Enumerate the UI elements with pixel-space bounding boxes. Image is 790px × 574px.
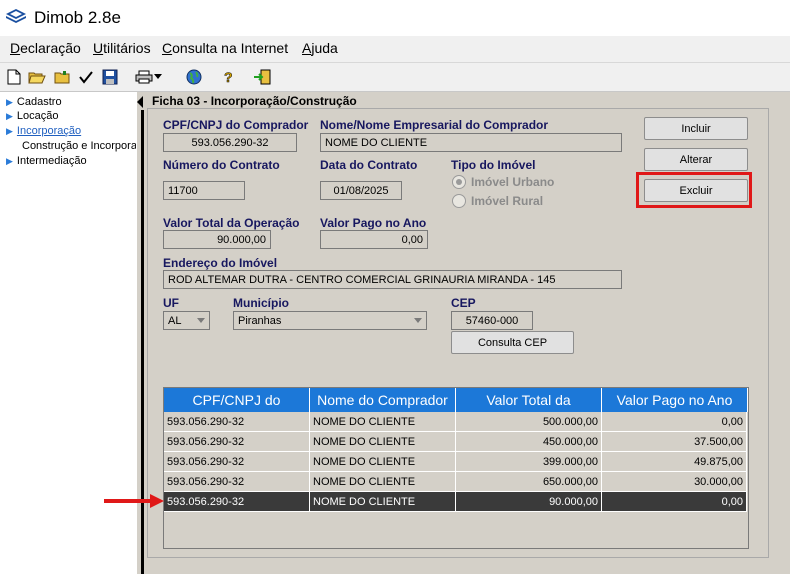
table-cell: 650.000,00 (456, 472, 602, 492)
table-cell: 450.000,00 (456, 432, 602, 452)
panel-title: Ficha 03 - Incorporação/Construção (152, 94, 357, 108)
exit-icon[interactable] (252, 67, 272, 87)
tree-item-locacao[interactable]: ▶ Locação (6, 110, 59, 122)
radio-selected-icon (452, 175, 466, 189)
valor-pago-field[interactable]: 0,00 (320, 230, 428, 249)
table-cell: 30.000,00 (602, 472, 747, 492)
menu-ajuda[interactable]: Ajuda (302, 40, 338, 56)
tree-item-incorporacao[interactable]: ▶ Incorporação (6, 125, 81, 137)
cpf-field[interactable]: 593.056.290-32 (163, 133, 297, 152)
radio-imovel-rural[interactable]: Imóvel Rural (452, 194, 543, 208)
table-cell: 0,00 (602, 492, 747, 512)
cep-label: CEP (451, 296, 476, 310)
folder-icon[interactable] (52, 67, 72, 87)
endereco-field[interactable]: ROD ALTEMAR DUTRA - CENTRO COMERCIAL GRI… (163, 270, 622, 289)
save-icon[interactable] (100, 67, 120, 87)
collapse-arrow-icon[interactable] (137, 96, 143, 108)
table-cell: 593.056.290-32 (164, 452, 310, 472)
tree-item-construcao[interactable]: Construção e Incorpora (22, 140, 137, 152)
contrato-label: Número do Contrato (163, 158, 280, 172)
table-header-valor-pago[interactable]: Valor Pago no Ano (602, 388, 748, 412)
svg-text:?: ? (224, 69, 233, 85)
table-cell: NOME DO CLIENTE (310, 492, 456, 512)
table-header-cpf[interactable]: CPF/CNPJ do (164, 388, 310, 412)
check-icon[interactable] (76, 67, 96, 87)
alterar-button[interactable]: Alterar (644, 148, 748, 171)
open-icon[interactable] (27, 67, 47, 87)
expand-arrow-icon: ▶ (6, 97, 13, 107)
help-icon[interactable]: ? (218, 67, 238, 87)
red-arrow-icon (104, 494, 164, 508)
table-cell: NOME DO CLIENTE (310, 412, 456, 432)
expand-arrow-icon: ▶ (6, 156, 13, 166)
chevron-down-icon (414, 318, 422, 323)
table-header-nome[interactable]: Nome do Comprador (310, 388, 456, 412)
menu-utilitarios[interactable]: Utilitários (93, 40, 151, 56)
uf-label: UF (163, 296, 179, 310)
valor-pago-label: Valor Pago no Ano (320, 216, 427, 230)
incluir-button[interactable]: Incluir (644, 117, 748, 140)
toolbar: ? (0, 63, 790, 92)
endereco-label: Endereço do Imóvel (163, 256, 278, 270)
table-cell: 593.056.290-32 (164, 432, 310, 452)
excluir-highlight-box (636, 172, 752, 208)
tree-item-intermediacao[interactable]: ▶ Intermediação (6, 155, 87, 167)
nome-field[interactable]: NOME DO CLIENTE (320, 133, 622, 152)
menu-bar: Declaração Utilitários Consulta na Inter… (0, 36, 790, 63)
uf-select[interactable]: AL (163, 311, 210, 330)
table-cell: NOME DO CLIENTE (310, 472, 456, 492)
table-cell: 399.000,00 (456, 452, 602, 472)
table-cell: NOME DO CLIENTE (310, 432, 456, 452)
menu-consulta-internet[interactable]: Consulta na Internet (162, 40, 288, 56)
tipo-imovel-label: Tipo do Imóvel (451, 158, 536, 172)
data-contrato-field[interactable]: 01/08/2025 (320, 181, 402, 200)
window-title: Dimob 2.8e (34, 8, 121, 27)
expand-arrow-icon: ▶ (6, 126, 13, 136)
print-icon[interactable] (134, 67, 154, 87)
contrato-field[interactable]: 11700 (163, 181, 245, 200)
table-cell: 37.500,00 (602, 432, 747, 452)
radio-unselected-icon (452, 194, 466, 208)
globe-icon[interactable] (184, 67, 204, 87)
radio-imovel-urbano[interactable]: Imóvel Urbano (452, 175, 554, 189)
app-logo-icon (6, 9, 26, 23)
title-bar: Dimob 2.8e (0, 0, 790, 34)
table-cell: NOME DO CLIENTE (310, 452, 456, 472)
cep-field[interactable]: 57460-000 (451, 311, 533, 330)
expand-arrow-icon: ▶ (6, 111, 13, 121)
data-contrato-label: Data do Contrato (320, 158, 418, 172)
nome-label: Nome/Nome Empresarial do Comprador (320, 118, 549, 132)
consulta-cep-button[interactable]: Consulta CEP (451, 331, 574, 354)
table-cell: 0,00 (602, 412, 747, 432)
tree-item-cadastro[interactable]: ▶ Cadastro (6, 96, 62, 108)
valor-total-label: Valor Total da Operação (163, 216, 300, 230)
municipio-select[interactable]: Piranhas (233, 311, 427, 330)
table-cell: 500.000,00 (456, 412, 602, 432)
valor-total-field[interactable]: 90.000,00 (163, 230, 271, 249)
new-icon[interactable] (4, 67, 24, 87)
table-cell: 593.056.290-32 (164, 472, 310, 492)
table-cell: 593.056.290-32 (164, 492, 310, 512)
dropdown-arrow-icon[interactable] (152, 67, 164, 87)
table-header-valor-total[interactable]: Valor Total da (456, 388, 602, 412)
municipio-label: Município (233, 296, 289, 310)
table-cell: 593.056.290-32 (164, 412, 310, 432)
contracts-table: CPF/CNPJ do Nome do Comprador Valor Tota… (163, 387, 749, 549)
table-cell: 90.000,00 (456, 492, 602, 512)
chevron-down-icon (197, 318, 205, 323)
menu-declaracao[interactable]: Declaração (10, 40, 81, 56)
cpf-label: CPF/CNPJ do Comprador (163, 118, 309, 132)
table-cell: 49.875,00 (602, 452, 747, 472)
